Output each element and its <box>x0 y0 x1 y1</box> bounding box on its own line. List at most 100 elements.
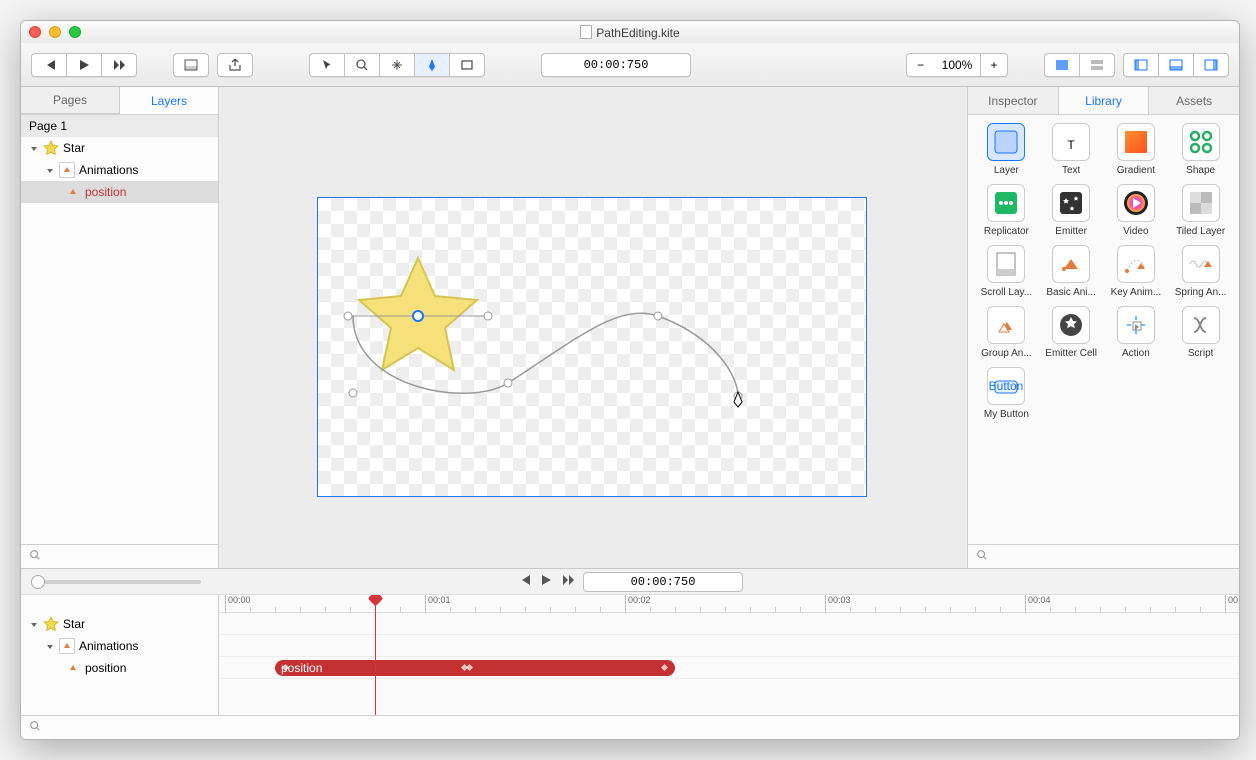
library-item-label: My Button <box>984 409 1029 420</box>
playhead[interactable] <box>375 595 376 715</box>
library-item-script[interactable]: Script <box>1170 306 1231 359</box>
animation-icon <box>59 638 75 654</box>
sidebar-search[interactable] <box>21 544 218 568</box>
toggle-bottom-panel[interactable] <box>1158 53 1193 77</box>
timeline-panel: 00:00:750 Star Animations position <box>21 568 1239 739</box>
time-display[interactable]: 00:00:750 <box>541 53 691 77</box>
svg-text:Button: Button <box>989 379 1023 393</box>
layers-tab[interactable]: Layers <box>120 87 218 114</box>
library-item-label: Shape <box>1186 165 1215 176</box>
library-item-emitter[interactable]: Emitter <box>1041 184 1102 237</box>
tl-layer-row[interactable]: Star <box>21 613 218 635</box>
library-item-label: Replicator <box>984 226 1029 237</box>
animations-row[interactable]: Animations <box>21 159 218 181</box>
library-item-label: Action <box>1122 348 1150 359</box>
timeline-tracks[interactable]: 00:0000:0100:0200:0300:0400:05 position <box>219 595 1239 715</box>
library-item-text[interactable]: TText <box>1041 123 1102 176</box>
springanim-icon <box>1182 245 1220 283</box>
timeline-panel-button[interactable] <box>173 53 209 77</box>
video-icon <box>1117 184 1155 222</box>
document-icon <box>580 25 592 39</box>
timeline-zoom-slider[interactable] <box>31 580 201 584</box>
tl-skip-back-button[interactable] <box>517 573 531 590</box>
toolbar: 00:00:750 − 100% + <box>21 43 1239 87</box>
library-item-video[interactable]: Video <box>1106 184 1167 237</box>
library-item-label: Key Anim... <box>1111 287 1162 298</box>
pointer-tool[interactable] <box>309 53 344 77</box>
library-item-basicanim[interactable]: Basic Ani... <box>1041 245 1102 298</box>
text-icon: T <box>1052 123 1090 161</box>
library-item-springanim[interactable]: Spring An... <box>1170 245 1231 298</box>
animation-icon <box>59 162 75 178</box>
library-item-shape[interactable]: Shape <box>1170 123 1231 176</box>
pan-tool[interactable] <box>379 53 414 77</box>
pen-tool[interactable] <box>414 53 449 77</box>
button-icon: Button <box>987 367 1025 405</box>
layer-row-star[interactable]: Star <box>21 137 218 159</box>
layer-icon <box>987 123 1025 161</box>
play-button[interactable] <box>66 53 101 77</box>
library-item-action[interactable]: Action <box>1106 306 1167 359</box>
library-tab[interactable]: Library <box>1058 87 1149 114</box>
library-item-layer[interactable]: Layer <box>976 123 1037 176</box>
animation-property-row[interactable]: position <box>21 181 218 203</box>
toggle-left-panel[interactable] <box>1123 53 1158 77</box>
titlebar: PathEditing.kite <box>21 21 1239 43</box>
library-item-label: Video <box>1123 226 1148 237</box>
view-mode-2[interactable] <box>1079 53 1115 77</box>
fast-forward-button[interactable] <box>101 53 137 77</box>
tl-property-row[interactable]: position <box>21 657 218 679</box>
library-item-keyanim[interactable]: Key Anim... <box>1106 245 1167 298</box>
zoom-in-button[interactable]: + <box>980 53 1008 77</box>
basicanim-icon <box>1052 245 1090 283</box>
library-item-emittercell[interactable]: Emitter Cell <box>1041 306 1102 359</box>
animation-icon <box>65 660 81 676</box>
window-title: PathEditing.kite <box>21 25 1239 40</box>
emitter-icon <box>1052 184 1090 222</box>
pages-tab[interactable]: Pages <box>21 87 120 114</box>
layers-tree[interactable]: Page 1 Star Animations position <box>21 115 218 544</box>
inspector-tab[interactable]: Inspector <box>968 87 1058 114</box>
share-button[interactable] <box>217 53 253 77</box>
tiled-icon <box>1182 184 1220 222</box>
path-anchor-selected[interactable] <box>413 311 423 321</box>
path-anchor[interactable] <box>349 389 357 397</box>
tl-animations-row[interactable]: Animations <box>21 635 218 657</box>
animations-label: Animations <box>79 163 138 177</box>
library-search[interactable] <box>968 544 1239 568</box>
skip-back-button[interactable] <box>31 53 66 77</box>
timeline-time-display[interactable]: 00:00:750 <box>583 572 743 592</box>
canvas[interactable] <box>219 87 967 568</box>
path-anchor[interactable] <box>504 379 512 387</box>
library-item-button[interactable]: Button My Button <box>976 367 1037 420</box>
zoom-out-button[interactable]: − <box>906 53 934 77</box>
path-anchor[interactable] <box>654 312 662 320</box>
tl-play-button[interactable] <box>539 573 553 590</box>
gradient-icon <box>1117 123 1155 161</box>
zoom-tool[interactable] <box>344 53 379 77</box>
zoom-value[interactable]: 100% <box>934 53 980 77</box>
library-item-replicator[interactable]: Replicator <box>976 184 1037 237</box>
property-label: position <box>85 185 126 199</box>
view-mode-1[interactable] <box>1044 53 1079 77</box>
assets-tab[interactable]: Assets <box>1148 87 1239 114</box>
library-item-label: Tiled Layer <box>1176 226 1225 237</box>
toggle-right-panel[interactable] <box>1193 53 1229 77</box>
tl-fast-forward-button[interactable] <box>561 573 575 590</box>
disclosure-icon[interactable] <box>45 165 55 175</box>
timeline-search[interactable] <box>21 715 1239 739</box>
rect-tool[interactable] <box>449 53 485 77</box>
disclosure-icon[interactable] <box>29 143 39 153</box>
artboard[interactable] <box>317 197 867 497</box>
library-item-groupanim[interactable]: Group An... <box>976 306 1037 359</box>
library-item-scroll[interactable]: Scroll Lay... <box>976 245 1037 298</box>
animation-clip[interactable]: position <box>275 660 675 676</box>
search-icon <box>29 549 41 561</box>
timeline-tree[interactable]: Star Animations position <box>21 595 219 715</box>
library-item-gradient[interactable]: Gradient <box>1106 123 1167 176</box>
page-row[interactable]: Page 1 <box>21 115 218 137</box>
library-item-label: Group An... <box>981 348 1032 359</box>
library-grid: LayerTTextGradient Shape Replicator Emitter… <box>968 115 1239 428</box>
shape-icon <box>1182 123 1220 161</box>
library-item-tiled[interactable]: Tiled Layer <box>1170 184 1231 237</box>
